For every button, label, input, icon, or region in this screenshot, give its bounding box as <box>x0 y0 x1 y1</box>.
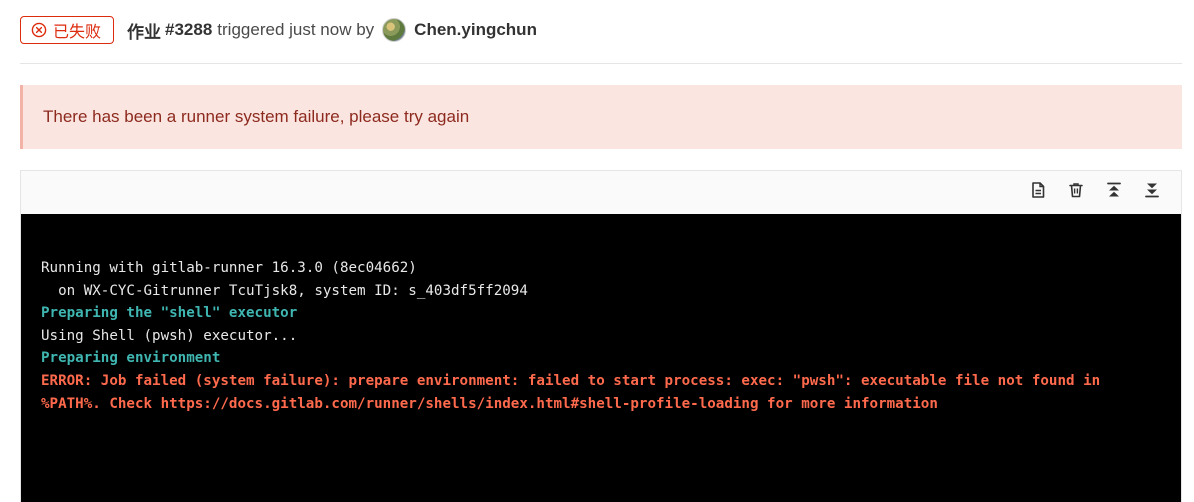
status-label: 已失败 <box>53 24 102 41</box>
log-line: on WX-CYC-Gitrunner TcuTjsk8, system ID:… <box>41 282 528 299</box>
job-number: #3288 <box>165 20 213 39</box>
scroll-top-button[interactable] <box>1095 177 1133 209</box>
author-link[interactable]: Chen.yingchun <box>414 20 537 40</box>
raw-log-button[interactable] <box>1019 177 1057 209</box>
scroll-bottom-button[interactable] <box>1133 177 1171 209</box>
log-line: Running with gitlab-runner 16.3.0 (8ec04… <box>41 260 417 276</box>
job-log-panel: Running with gitlab-runner 16.3.0 (8ec04… <box>20 170 1182 502</box>
log-toolbar <box>21 171 1181 215</box>
alert-message: There has been a runner system failure, … <box>43 107 470 126</box>
header-divider <box>20 63 1182 64</box>
erase-log-icon <box>1067 181 1085 204</box>
job-log-output[interactable]: Running with gitlab-runner 16.3.0 (8ec04… <box>21 214 1181 502</box>
log-line: Preparing the "shell" executor <box>41 305 298 322</box>
log-line: ERROR: Job failed (system failure): prep… <box>41 372 1101 389</box>
log-line: Using Shell (pwsh) executor... <box>41 327 298 344</box>
status-failed-icon <box>31 22 47 38</box>
avatar[interactable] <box>382 18 407 42</box>
job-prefix: 作业 <box>127 22 162 42</box>
scroll-bottom-icon <box>1143 181 1161 204</box>
job-title: 作业 #3288 triggered just now by <box>127 18 374 43</box>
erase-log-button[interactable] <box>1057 177 1095 209</box>
trigger-text: triggered just now by <box>217 20 375 39</box>
job-header: 已失败 作业 #3288 triggered just now by Chen.… <box>20 14 1182 46</box>
status-badge[interactable]: 已失败 <box>20 16 115 44</box>
log-line: %PATH%. Check https://docs.gitlab.com/ru… <box>41 395 938 412</box>
failure-alert: There has been a runner system failure, … <box>20 85 1182 149</box>
scroll-top-icon <box>1105 181 1123 204</box>
log-line: Preparing environment <box>41 350 221 367</box>
raw-log-icon <box>1029 181 1047 204</box>
